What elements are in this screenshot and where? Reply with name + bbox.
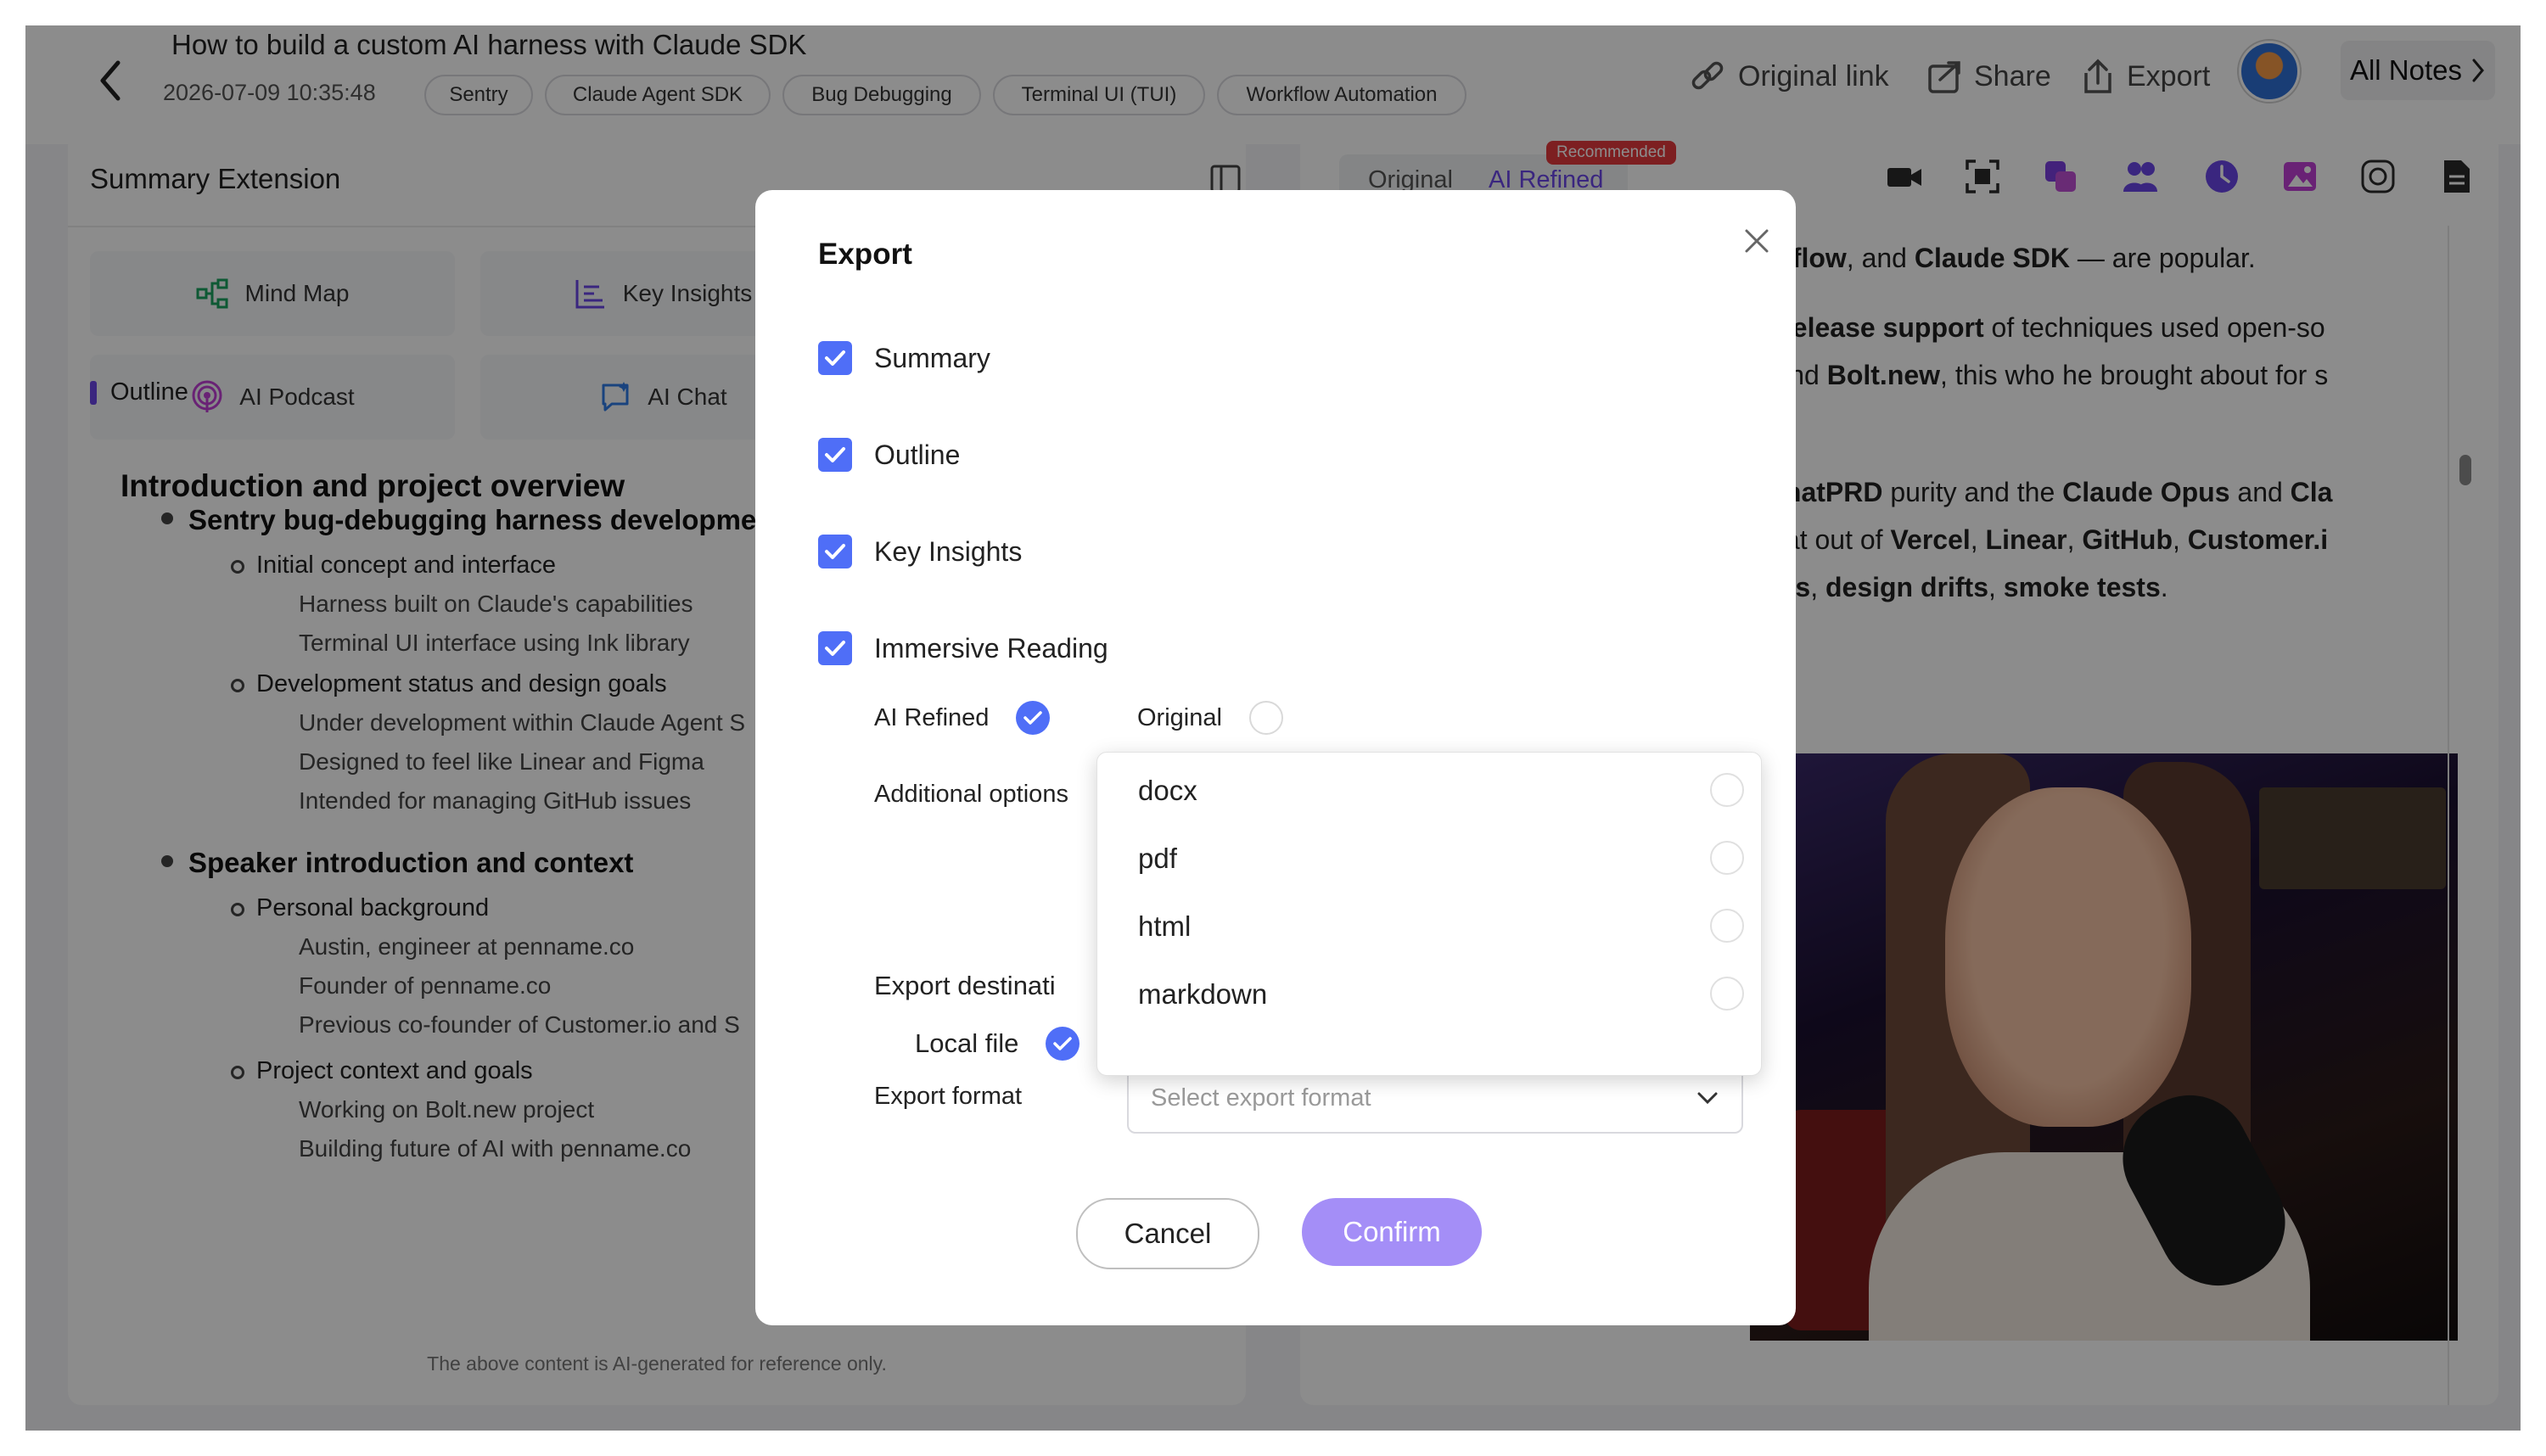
checkbox-checked[interactable] — [818, 535, 852, 568]
radio-unselected[interactable] — [1710, 841, 1744, 875]
radio-local-file[interactable]: Local file — [915, 1025, 1080, 1062]
checkbox-label: Immersive Reading — [874, 632, 1108, 664]
confirm-button[interactable]: Confirm — [1302, 1198, 1482, 1266]
radio-unselected[interactable] — [1710, 977, 1744, 1011]
format-option-pdf[interactable]: pdf — [1097, 824, 1761, 892]
export-format-dropdown: docx pdf html markdown — [1096, 752, 1762, 1076]
radio-unselected[interactable] — [1248, 701, 1283, 735]
checkbox-checked[interactable] — [818, 438, 852, 472]
format-option-label: html — [1138, 910, 1192, 942]
checkmark-icon — [825, 350, 845, 366]
format-option-label: pdf — [1138, 843, 1177, 874]
export-dialog-title: Export — [818, 238, 912, 271]
export-destination-label: Export destinati — [874, 971, 1056, 1000]
checkmark-icon — [825, 641, 845, 656]
radio-unselected[interactable] — [1710, 773, 1744, 807]
radio-label: Local file — [915, 1028, 1019, 1058]
checkbox-label: Outline — [874, 439, 961, 470]
checkmark-icon — [825, 544, 845, 559]
app-window: How to build a custom AI harness with Cl… — [25, 25, 2521, 1431]
checkmark-icon — [1053, 1037, 1073, 1050]
close-icon[interactable] — [1740, 224, 1774, 258]
format-option-html[interactable]: html — [1097, 892, 1761, 960]
additional-options-label: Additional options — [874, 781, 1068, 808]
format-option-label: docx — [1138, 775, 1197, 806]
radio-label: Original — [1137, 703, 1222, 731]
radio-original[interactable]: Original — [1137, 699, 1283, 736]
chevron-down-icon — [1697, 1092, 1718, 1105]
checkbox-label: Key Insights — [874, 535, 1023, 567]
radio-unselected[interactable] — [1710, 909, 1744, 943]
format-option-markdown[interactable]: markdown — [1097, 960, 1761, 1028]
format-option-docx[interactable]: docx — [1097, 756, 1761, 824]
checkbox-checked[interactable] — [818, 341, 852, 375]
export-format-label: Export format — [874, 1083, 1023, 1110]
checkbox-summary[interactable]: Summary — [818, 339, 990, 377]
checkbox-label: Summary — [874, 342, 990, 373]
radio-label: AI Refined — [874, 703, 990, 731]
checkbox-outline[interactable]: Outline — [818, 436, 960, 473]
radio-ai-refined[interactable]: AI Refined — [874, 699, 1051, 736]
format-option-label: markdown — [1138, 978, 1268, 1010]
checkmark-icon — [825, 447, 845, 462]
cancel-button[interactable]: Cancel — [1076, 1198, 1259, 1269]
checkbox-immersive-reading[interactable]: Immersive Reading — [818, 630, 1108, 667]
checkbox-key-insights[interactable]: Key Insights — [818, 533, 1022, 570]
checkbox-checked[interactable] — [818, 631, 852, 665]
checkmark-icon — [1023, 711, 1043, 725]
radio-selected[interactable] — [1046, 1027, 1080, 1061]
radio-selected[interactable] — [1016, 701, 1051, 735]
export-format-placeholder: Select export format — [1151, 1084, 1371, 1112]
